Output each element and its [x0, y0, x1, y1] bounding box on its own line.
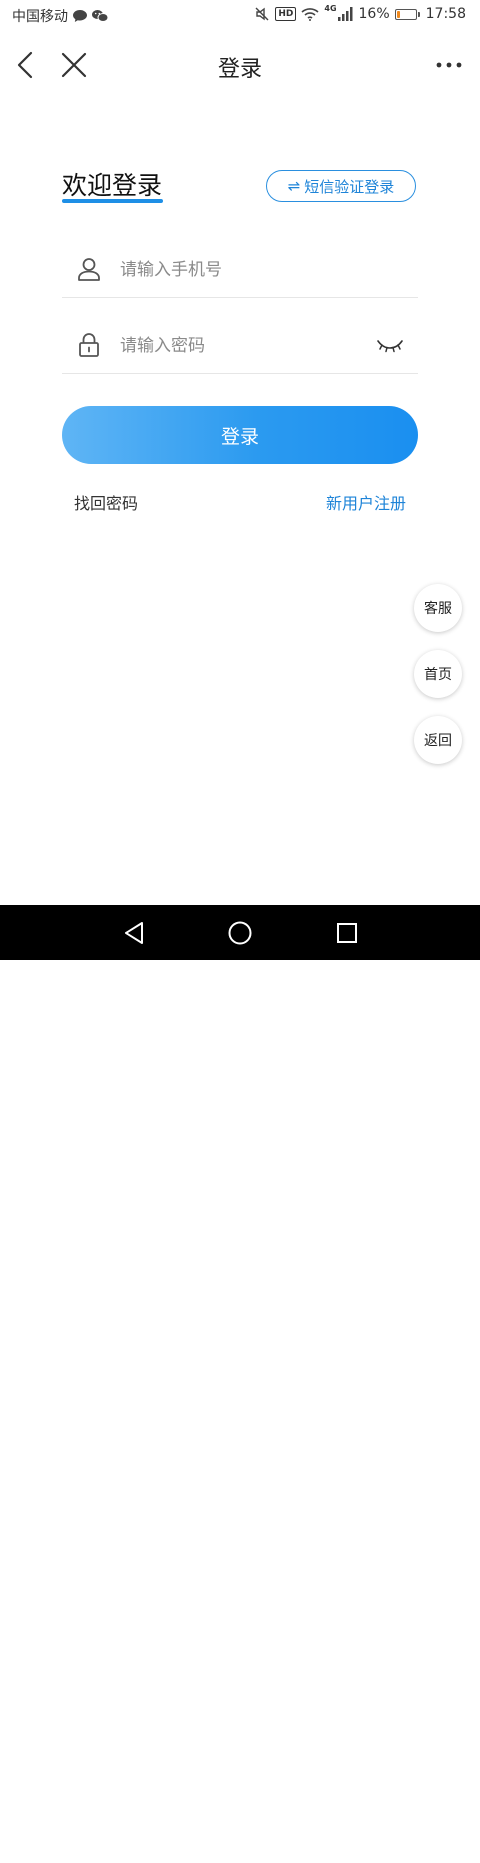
wifi-icon: [301, 8, 319, 21]
home-float-button[interactable]: 首页: [414, 650, 462, 698]
sms-login-label: 短信验证登录: [304, 177, 395, 196]
lock-icon: [79, 333, 99, 357]
battery-percent: 16%: [358, 6, 390, 22]
eye-closed-icon[interactable]: [376, 336, 404, 354]
watermark: KK下载 www.kkx.net: [364, 1817, 474, 1863]
signal-icon: [337, 7, 353, 21]
mute-icon: [255, 7, 269, 21]
forgot-password-link[interactable]: 找回密码: [74, 490, 138, 514]
customer-service-button[interactable]: 客服: [414, 584, 462, 632]
battery-icon: [394, 8, 420, 20]
watermark-url: www.kkx.net: [378, 1849, 442, 1860]
switch-arrows-icon: ⇌: [287, 177, 301, 195]
chat-bubble-icon: [73, 10, 87, 22]
phone-input[interactable]: [118, 252, 372, 288]
nav-recent-square-icon[interactable]: [333, 919, 361, 947]
welcome-underline: [62, 199, 163, 203]
carrier-name: 中国移动: [12, 9, 68, 25]
status-left: 中国移动: [12, 6, 109, 26]
battery-fill: [396, 10, 400, 18]
system-nav-bar: KK下载 www.kkx.net: [0, 905, 480, 1860]
top-nav-bar: 登录: [0, 34, 480, 96]
sms-login-switch-button[interactable]: ⇌ 短信验证登录: [266, 170, 416, 202]
more-dots-icon[interactable]: [434, 56, 464, 74]
status-right: HD 4G 16% 17:58: [254, 3, 466, 22]
password-field-row: [62, 314, 418, 374]
watermark-logo: KK下载: [364, 1823, 439, 1848]
page-title: 登录: [217, 57, 262, 82]
password-input[interactable]: [118, 328, 372, 364]
welcome-heading: 欢迎登录: [62, 171, 163, 200]
login-submit-button[interactable]: 登录: [62, 406, 418, 464]
network-type: 4G: [324, 3, 337, 13]
phone-field-row: [62, 238, 418, 298]
user-icon: [78, 258, 100, 281]
hd-icon: HD: [275, 7, 297, 21]
status-bar: 中国移动 HD 4G 16% 17:58: [0, 0, 480, 34]
nav-back-triangle-icon[interactable]: [120, 919, 148, 947]
return-float-button[interactable]: 返回: [414, 716, 462, 764]
nav-home-circle-icon[interactable]: [226, 919, 254, 947]
clock: 17:58: [425, 6, 466, 22]
wechat-icon: [92, 10, 109, 22]
register-link[interactable]: 新用户注册: [326, 490, 406, 514]
